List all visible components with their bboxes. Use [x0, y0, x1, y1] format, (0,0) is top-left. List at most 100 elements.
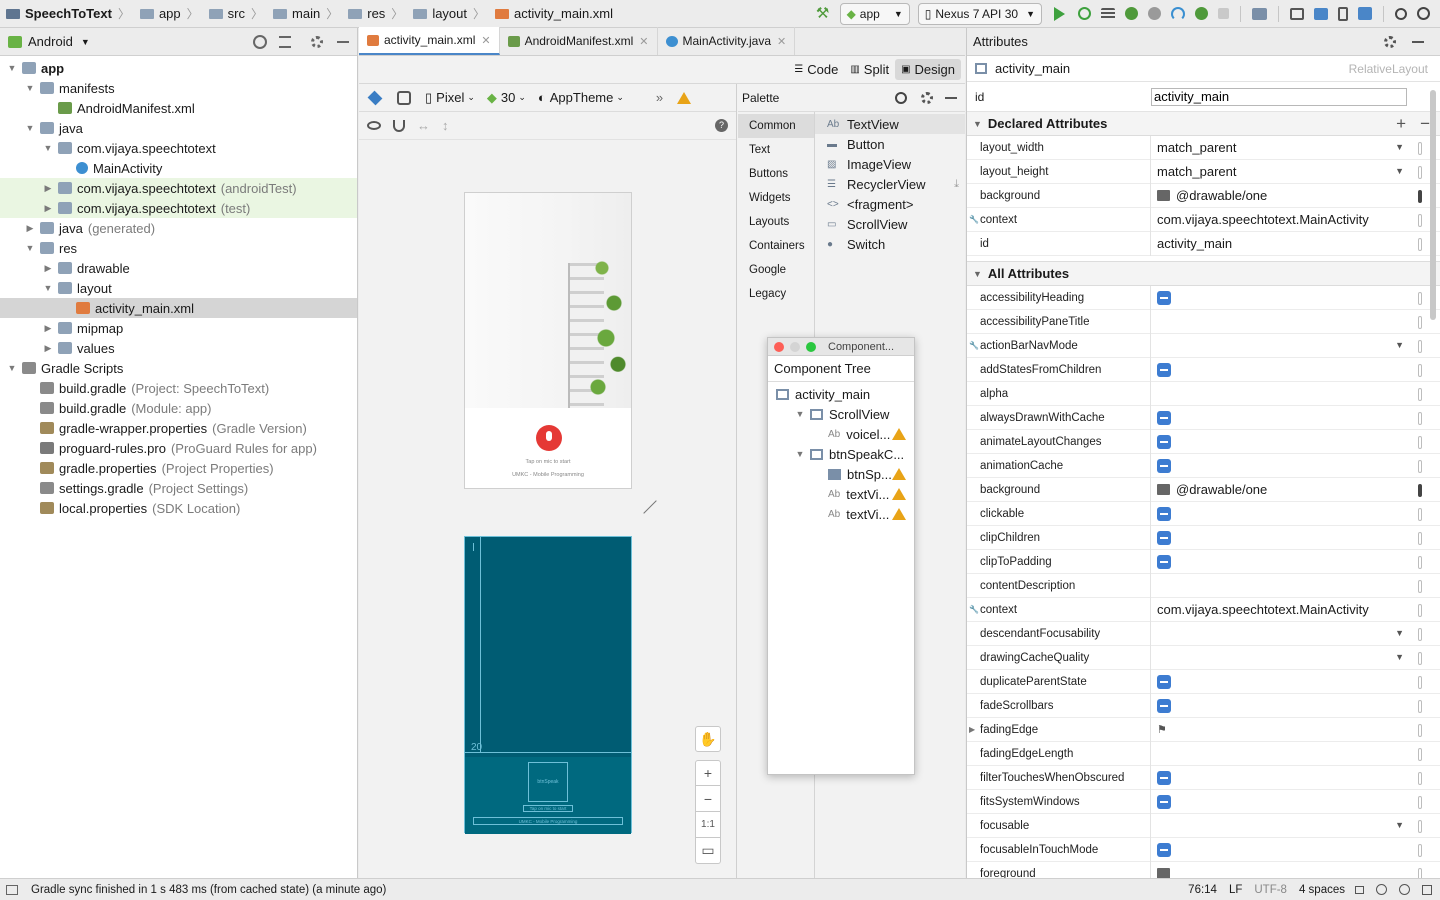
palette-category[interactable]: Google	[738, 258, 814, 282]
chevron-down-icon[interactable]: ▼	[794, 449, 806, 459]
tree-item[interactable]: ▶ com.vijaya.speechtotext (androidTest)	[0, 178, 357, 198]
palette-category[interactable]: Layouts	[738, 210, 814, 234]
checkbox-icon[interactable]	[1157, 674, 1171, 689]
attribute-value[interactable]	[1151, 862, 1440, 878]
remove-attribute-icon[interactable]: −	[1420, 114, 1430, 134]
tree-item[interactable]: proguard-rules.pro (ProGuard Rules for ap…	[0, 438, 357, 458]
warning-icon[interactable]	[892, 508, 906, 520]
breadcrumb-item[interactable]: layout 〉	[407, 5, 489, 22]
tree-item[interactable]: AndroidManifest.xml	[0, 98, 357, 118]
palette-category[interactable]: Common	[738, 114, 814, 138]
cursor-position[interactable]: 76:14	[1188, 884, 1217, 896]
attribute-row[interactable]: layout_height match_parent ▼	[967, 159, 1440, 184]
resource-picker[interactable]	[1418, 820, 1422, 833]
checkbox-icon[interactable]	[1157, 530, 1171, 545]
attribute-row[interactable]: clickable	[967, 501, 1440, 526]
hide-panel-icon[interactable]	[945, 96, 957, 99]
device-dropdown[interactable]: ▯ Nexus 7 API 30 ▼	[917, 2, 1042, 25]
gear-icon[interactable]	[311, 35, 323, 48]
attribute-row[interactable]: fitsSystemWindows	[967, 789, 1440, 814]
resource-picker[interactable]	[1418, 166, 1422, 179]
project-structure-icon[interactable]	[1252, 7, 1267, 20]
magnet-icon[interactable]	[393, 119, 405, 132]
resource-picker[interactable]	[1418, 652, 1422, 665]
breadcrumb-item[interactable]: app 〉	[134, 5, 203, 22]
attribute-row[interactable]: 🔧 context com.vijaya.speechtotext.MainActi…	[967, 207, 1440, 232]
breadcrumb-item[interactable]: main 〉	[267, 5, 342, 22]
chevron-down-icon[interactable]: ▼	[6, 63, 18, 73]
chevron-right-icon[interactable]: ▶	[42, 263, 54, 274]
resource-picker[interactable]	[1418, 604, 1422, 617]
chevron-down-icon[interactable]: ▼	[1395, 166, 1404, 176]
search-icon[interactable]	[895, 91, 907, 104]
checkbox-icon[interactable]	[1157, 770, 1171, 785]
eye-icon[interactable]	[367, 121, 381, 130]
resize-handle[interactable]	[631, 488, 657, 514]
code-view-button[interactable]: ☰ Code	[788, 62, 844, 77]
palette-item[interactable]: ☰ RecyclerView ⤓	[815, 174, 965, 194]
attribute-value[interactable]	[1151, 694, 1440, 718]
theme-selector[interactable]: ◐ AppTheme ⌄	[538, 90, 624, 105]
resource-picker[interactable]	[1418, 460, 1422, 473]
panel-toggle-icon[interactable]	[1422, 884, 1432, 895]
horizontal-resize-icon[interactable]: ↔	[417, 118, 430, 133]
palette-category[interactable]: Buttons	[738, 162, 814, 186]
chevron-down-icon[interactable]: ▼	[1395, 628, 1404, 638]
close-icon[interactable]: ✕	[777, 35, 786, 48]
close-window-icon[interactable]	[774, 341, 784, 352]
attribute-value[interactable]: ⚑	[1151, 718, 1440, 742]
api-selector[interactable]: ◆ 30 ⌄	[487, 90, 526, 106]
chevron-right-icon[interactable]: ▶	[969, 725, 975, 734]
tree-item[interactable]: ▼ layout	[0, 278, 357, 298]
all-attributes-header[interactable]: ▼ All Attributes	[967, 262, 1440, 286]
layers-icon[interactable]	[367, 90, 383, 105]
inspector-icon[interactable]	[1376, 884, 1387, 895]
attribute-value[interactable]	[1151, 550, 1440, 574]
resource-picker[interactable]	[1418, 628, 1422, 641]
zoom-in-icon[interactable]: +	[695, 760, 721, 786]
tree-item[interactable]: ▼ Gradle Scripts	[0, 358, 357, 378]
device-selector[interactable]: ▯ Pixel ⌄	[425, 90, 475, 106]
resource-picker[interactable]	[1418, 364, 1422, 377]
resource-picker[interactable]	[1418, 796, 1422, 809]
checkbox-icon[interactable]	[1157, 698, 1171, 713]
gear-icon[interactable]	[921, 91, 933, 104]
chevron-down-icon[interactable]: ▼	[42, 143, 54, 153]
declared-attributes-header[interactable]: ▼ Declared Attributes + −	[967, 112, 1440, 136]
resource-picker[interactable]	[1418, 214, 1422, 227]
palette-item[interactable]: Ab TextView	[815, 114, 965, 134]
maximize-window-icon[interactable]	[806, 341, 816, 352]
sdk-manager-icon[interactable]	[1358, 7, 1372, 20]
tab-androidmanifest-xml[interactable]: AndroidManifest.xml ✕	[500, 27, 658, 55]
add-attribute-icon[interactable]: +	[1396, 114, 1406, 134]
tree-item[interactable]: settings.gradle (Project Settings)	[0, 478, 357, 498]
chevron-right-icon[interactable]: ▶	[42, 203, 54, 214]
apply-changes-icon[interactable]	[1078, 7, 1091, 20]
attribute-value[interactable]	[1151, 310, 1440, 334]
attribute-row[interactable]: fadeScrollbars	[967, 693, 1440, 718]
checkbox-icon[interactable]	[1157, 434, 1171, 449]
tab-mainactivity-java[interactable]: MainActivity.java ✕	[658, 27, 796, 55]
attribute-row[interactable]: duplicateParentState	[967, 669, 1440, 694]
resource-picker[interactable]	[1418, 868, 1422, 878]
chevron-down-icon[interactable]: ▼	[794, 409, 806, 419]
attribute-value[interactable]	[1151, 766, 1440, 790]
attribute-row[interactable]: ▶ fadingEdge ⚑	[967, 717, 1440, 742]
search-icon[interactable]	[1395, 7, 1407, 20]
tree-item[interactable]: ▼ res	[0, 238, 357, 258]
tree-item[interactable]: gradle-wrapper.properties (Gradle Version…	[0, 418, 357, 438]
attribute-value[interactable]: com.vijaya.speechtotext.MainActivity	[1151, 598, 1440, 622]
resource-picker[interactable]	[1418, 844, 1422, 857]
attribute-row[interactable]: alpha	[967, 381, 1440, 406]
attribute-row[interactable]: id activity_main	[967, 231, 1440, 256]
attribute-row[interactable]: addStatesFromChildren	[967, 357, 1440, 382]
checkbox-icon[interactable]	[1157, 362, 1171, 377]
warning-icon[interactable]	[892, 428, 906, 440]
component-tree-item[interactable]: ▼ ScrollView	[768, 404, 914, 424]
stop-icon[interactable]	[1218, 8, 1229, 19]
breadcrumb-item[interactable]: SpeechToText 〉	[0, 5, 134, 22]
resource-picker[interactable]	[1418, 508, 1422, 521]
attribute-row[interactable]: accessibilityPaneTitle	[967, 309, 1440, 334]
attribute-row[interactable]: drawingCacheQuality ▼	[967, 645, 1440, 670]
attach-debugger-icon[interactable]	[1148, 7, 1161, 20]
